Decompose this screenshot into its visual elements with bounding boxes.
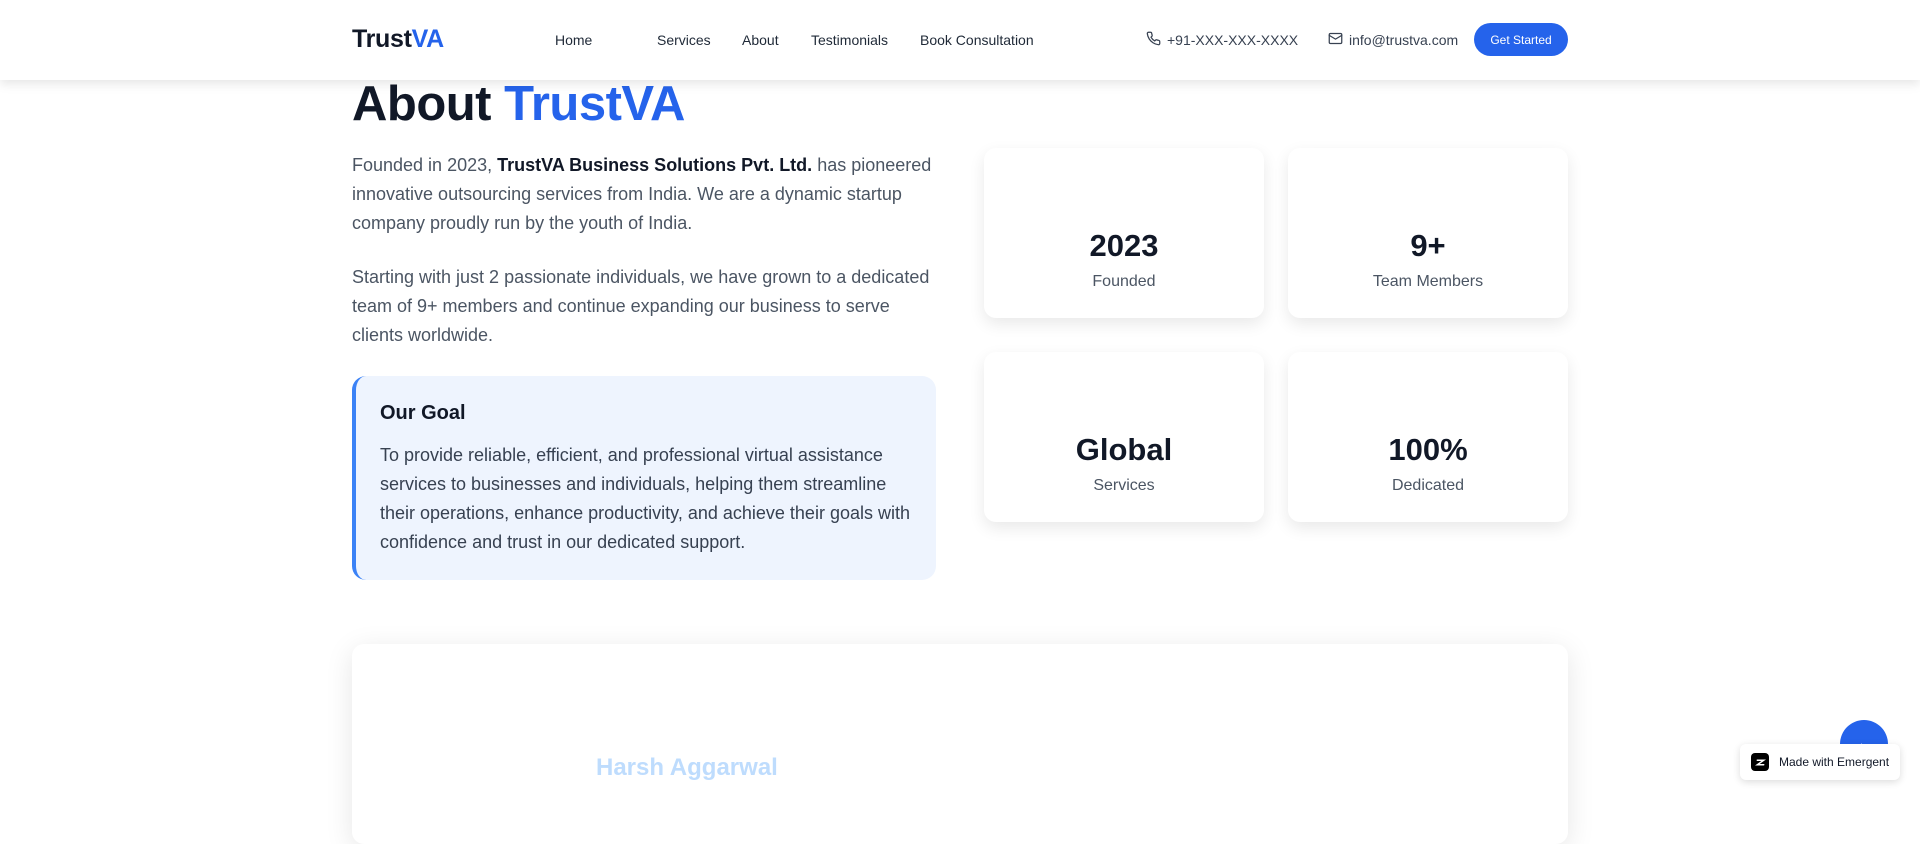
team-member-name: Harsh Aggarwal bbox=[596, 754, 778, 781]
goal-text: To provide reliable, efficient, and prof… bbox=[380, 445, 910, 552]
made-with-emergent-badge[interactable]: Made with Emergent bbox=[1740, 744, 1900, 780]
goal-callout: Our Goal To provide reliable, efficient,… bbox=[352, 376, 936, 580]
phone-number: +91-XXX-XXX-XXXX bbox=[1167, 32, 1299, 48]
stat-value: Global bbox=[1075, 432, 1173, 467]
founding-prefix: Founded in 2023, bbox=[352, 155, 493, 175]
stat-card-founded: 2023 Founded bbox=[984, 148, 1264, 318]
email-contact[interactable]: info@trustva.com bbox=[1328, 31, 1458, 49]
about-heading-brand: TrustVA bbox=[504, 77, 685, 131]
emergent-logo-icon bbox=[1751, 753, 1769, 771]
stat-value: 100% bbox=[1388, 432, 1468, 467]
badge-label: Made with Emergent bbox=[1779, 755, 1890, 769]
logo-text-trust: Trust bbox=[352, 25, 412, 53]
get-started-button[interactable]: Get Started bbox=[1474, 23, 1568, 56]
company-legal-name: TrustVA Business Solutions Pvt. Ltd. bbox=[497, 155, 813, 175]
stat-card-services: Global Services bbox=[984, 352, 1264, 522]
nav-home[interactable]: Home bbox=[555, 32, 592, 48]
goal-title: Our Goal bbox=[380, 402, 466, 424]
stat-value: 2023 bbox=[1089, 228, 1159, 263]
stat-label: Services bbox=[1093, 477, 1155, 494]
nav-services[interactable]: Services bbox=[657, 32, 711, 48]
stat-card-team-members: 9+ Team Members bbox=[1288, 148, 1568, 318]
stat-value: 9+ bbox=[1410, 228, 1446, 263]
phone-contact[interactable]: +91-XXX-XXX-XXXX bbox=[1146, 31, 1298, 49]
nav-testimonials[interactable]: Testimonials bbox=[811, 32, 888, 48]
stat-label: Dedicated bbox=[1391, 477, 1465, 494]
about-heading: About TrustVA bbox=[352, 74, 685, 134]
nav-book-consultation[interactable]: Book Consultation bbox=[920, 32, 1034, 48]
about-paragraph-founding: Founded in 2023, TrustVA Business Soluti… bbox=[352, 151, 940, 238]
phone-icon bbox=[1146, 31, 1161, 49]
logo[interactable]: TrustVA bbox=[352, 25, 444, 54]
stat-card-dedicated: 100% Dedicated bbox=[1288, 352, 1568, 522]
nav-about[interactable]: About bbox=[742, 32, 779, 48]
site-header: TrustVA Home Services About Testimonials… bbox=[0, 0, 1920, 80]
team-member-card bbox=[352, 644, 1568, 844]
stat-label: Founded bbox=[1092, 273, 1156, 290]
stat-label: Team Members bbox=[1372, 273, 1484, 290]
mail-icon bbox=[1328, 31, 1343, 49]
logo-text-va: VA bbox=[411, 25, 445, 53]
about-heading-word: About bbox=[352, 77, 492, 131]
about-paragraph-growth: Starting with just 2 passionate individu… bbox=[352, 267, 930, 345]
email-address: info@trustva.com bbox=[1349, 32, 1459, 48]
